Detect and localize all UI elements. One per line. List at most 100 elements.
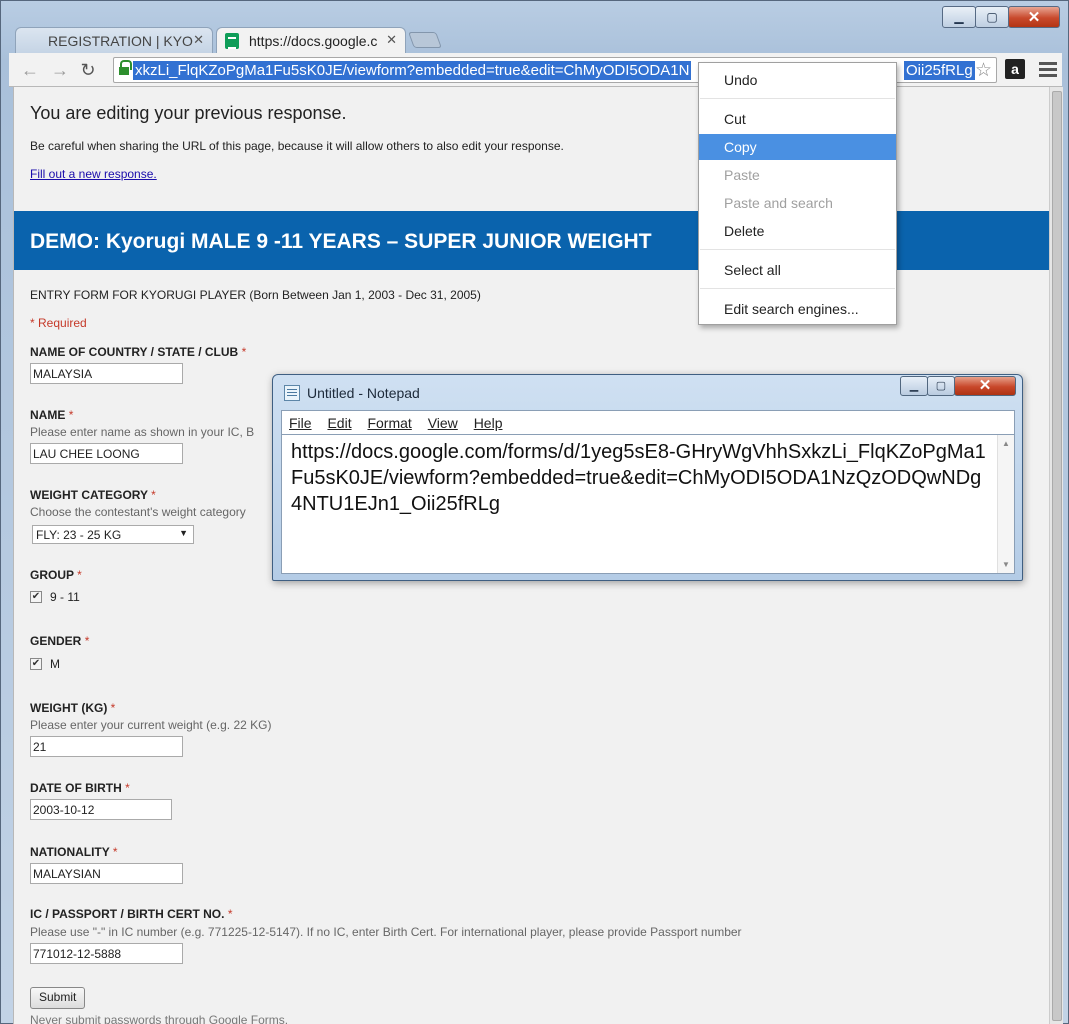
question-label-nationality: NATIONALITY * [30,845,118,859]
url-visible-part: xkzLi_FlqKZoPgMa1Fu5sK0JE/viewform?embed… [135,62,690,79]
name-help: Please enter name as shown in your IC, B [30,425,255,439]
close-button[interactable]: ✕ [954,376,1016,396]
tab-label: REGISTRATION | KYO [48,33,193,49]
google-forms-icon [225,33,239,49]
edit-warning: Be careful when sharing the URL of this … [30,139,564,153]
amazon-extension-icon[interactable]: a [1005,59,1025,79]
menu-item-select-all[interactable]: Select all [699,257,896,283]
bookmark-star-icon[interactable]: ☆ [975,59,992,82]
group-option[interactable]: ✔ 9 - 11 [30,590,80,604]
menu-item-undo[interactable]: Undo [699,67,896,93]
name-input[interactable]: LAU CHEE LOONG [30,443,183,464]
label-text: WEIGHT (KG) [30,701,108,715]
menu-help-label: Help [473,415,503,431]
menu-view[interactable]: View [428,415,458,431]
menu-item-copy[interactable]: Copy [699,134,896,160]
menu-edit[interactable]: Edit [327,415,351,431]
question-label-weight-category: WEIGHT CATEGORY * [30,488,156,502]
label-text: NAME OF COUNTRY / STATE / CLUB [30,345,239,359]
form-description: ENTRY FORM FOR KYORUGI PLAYER (Born Betw… [30,288,481,302]
new-response-link[interactable]: Fill out a new response. [30,167,157,181]
tab-strip: REGISTRATION | KYO ✕ https://docs.google… [15,27,615,53]
menu-item-edit-search-engines[interactable]: Edit search engines... [699,296,896,322]
menu-format-label: Format [367,415,412,431]
menu-help[interactable]: Help [474,415,503,431]
weight-category-select[interactable]: FLY: 23 - 25 KG ▼ [32,525,194,544]
dob-input[interactable]: 2003-10-12 [30,799,172,820]
ic-input[interactable]: 771012-12-5888 [30,943,183,964]
label-text: GROUP [30,568,74,582]
url-tail: Oii25fRLg [904,61,975,80]
scroll-up-icon[interactable]: ▲ [1002,439,1010,448]
label-text: DATE OF BIRTH [30,781,122,795]
dropdown-arrow-icon: ▼ [179,528,188,538]
back-icon[interactable]: ← [19,59,41,81]
submit-button[interactable]: Submit [30,987,86,1009]
new-tab-button[interactable] [408,32,442,48]
maximize-button[interactable]: ▢ [927,376,955,396]
notepad-scrollbar[interactable]: ▲ ▼ [997,435,1014,573]
required-mark: * [110,701,116,715]
menu-item-paste: Paste [724,167,760,183]
forward-icon[interactable]: → [49,59,71,81]
label-text: GENDER [30,634,82,648]
required-note: * Required [30,316,87,330]
maximize-button[interactable]: ▢ [975,6,1009,28]
country-input[interactable]: MALAYSIA [30,363,183,384]
question-label-ic: IC / PASSPORT / BIRTH CERT NO. * [30,907,232,921]
menu-item-paste-and-search: Paste and search [724,195,833,211]
required-mark: * [227,907,233,921]
menu-format[interactable]: Format [367,415,411,431]
notepad-content[interactable]: https://docs.google.com/forms/d/1yeg5sE8… [291,439,991,517]
checkbox-checked[interactable]: ✔ [30,658,42,670]
notepad-icon [284,385,300,401]
context-menu: Undo Cut Copy Paste Paste and search Del… [698,62,897,325]
menu-view-label: View [427,415,458,431]
edit-notice: You are editing your previous response. [30,103,347,123]
question-label-name: NAME * [30,408,73,422]
password-warning: Never submit passwords through Google Fo… [30,1013,289,1024]
checkbox-checked[interactable]: ✔ [30,591,42,603]
required-mark: * [151,488,156,502]
url-text[interactable]: xkzLi_FlqKZoPgMa1Fu5sK0JE/viewform?embed… [133,61,692,80]
scroll-down-icon[interactable]: ▼ [1002,560,1010,569]
option-label: 9 - 11 [50,590,80,604]
tab-registration[interactable]: REGISTRATION | KYO ✕ [15,27,213,53]
reload-icon[interactable]: ↻ [77,59,99,81]
ic-help: Please use "-" in IC number (e.g. 771225… [30,925,742,939]
scroll-thumb[interactable] [1052,91,1062,1021]
menu-file[interactable]: File [289,415,312,431]
menu-separator [700,98,895,99]
label-text: NATIONALITY [30,845,110,859]
close-icon[interactable]: ✕ [193,32,204,48]
notepad-window: Untitled - Notepad ▁ ▢ ✕ File Edit Forma… [272,374,1023,581]
minimize-button[interactable]: ▁ [900,376,928,396]
question-label-gender: GENDER * [30,634,89,648]
question-label-country: NAME OF COUNTRY / STATE / CLUB * [30,345,246,359]
minimize-button[interactable]: ▁ [942,6,976,28]
menu-item-delete[interactable]: Delete [699,218,896,244]
notepad-text-area[interactable]: https://docs.google.com/forms/d/1yeg5sE8… [281,434,1015,574]
tab-label: https://docs.google.c [249,33,378,49]
menu-item-cut[interactable]: Cut [699,106,896,132]
weight-category-help: Choose the contestant's weight category [30,505,246,519]
question-label-weight: WEIGHT (KG) * [30,701,115,715]
notepad-menubar: File Edit Format View Help [281,410,1015,434]
chrome-menu-icon[interactable] [1039,59,1057,79]
required-mark: * [84,634,90,648]
label-text: WEIGHT CATEGORY [30,488,148,502]
gender-option[interactable]: ✔ M [30,657,60,671]
close-button[interactable]: ✕ [1008,6,1060,28]
label-text: NAME [30,408,66,422]
page-scrollbar[interactable] [1049,87,1063,1024]
menu-edit-label: Edit [327,415,352,431]
question-label-group: GROUP * [30,568,82,582]
browser-toolbar: ← → ↻ xkzLi_FlqKZoPgMa1Fu5sK0JE/viewform… [9,53,1062,87]
weight-input[interactable]: 21 [30,736,183,757]
close-icon[interactable]: ✕ [386,32,397,48]
nationality-input[interactable]: MALAYSIAN [30,863,183,884]
question-label-dob: DATE OF BIRTH * [30,781,130,795]
window-caption-buttons: ▁ ▢ ✕ [942,6,1060,28]
tab-google-docs[interactable]: https://docs.google.c ✕ [216,27,406,53]
weight-help: Please enter your current weight (e.g. 2… [30,718,272,732]
